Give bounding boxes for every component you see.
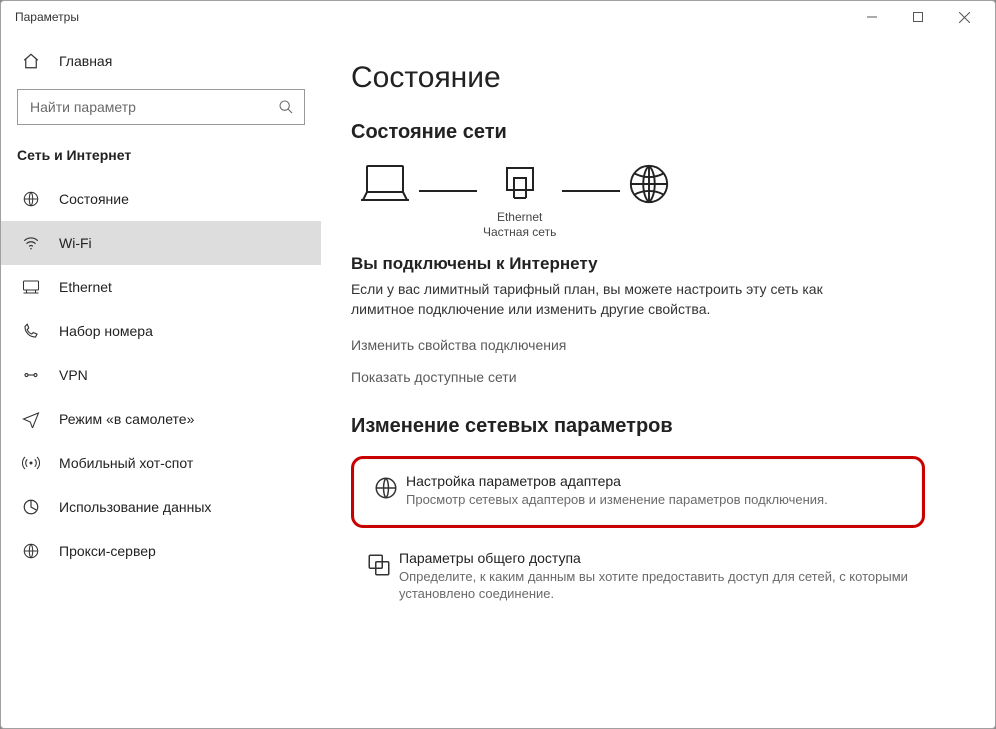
sidebar-item-label: Wi-Fi — [59, 235, 92, 251]
sharing-row-title: Параметры общего доступа — [399, 550, 919, 566]
search-icon — [278, 99, 294, 115]
sidebar-item-label: Ethernet — [59, 279, 112, 295]
sidebar-item-label: Использование данных — [59, 499, 211, 515]
ethernet-icon — [21, 278, 41, 296]
titlebar: Параметры — [1, 1, 995, 33]
setting-row-sharing-options[interactable]: Параметры общего доступа Определите, к к… — [351, 542, 927, 613]
sidebar-item-label: Состояние — [59, 191, 129, 207]
connected-description: Если у вас лимитный тарифный план, вы мо… — [351, 280, 831, 319]
diagram-internet-node — [626, 162, 672, 240]
laptop-icon — [357, 162, 413, 206]
sidebar-item-label: VPN — [59, 367, 88, 383]
sidebar-item-datausage[interactable]: Использование данных — [1, 485, 321, 529]
sidebar-item-label: Прокси-сервер — [59, 543, 156, 559]
link-show-available-networks[interactable]: Показать доступные сети — [351, 369, 965, 385]
vpn-icon — [21, 366, 41, 384]
diagram-pc-node — [357, 162, 413, 240]
search-input[interactable] — [28, 98, 278, 116]
main-panel: Состояние Состояние сети — [321, 33, 995, 728]
window-title: Параметры — [15, 10, 849, 24]
close-button[interactable] — [941, 1, 987, 33]
sidebar-section-title: Сеть и Интернет — [1, 125, 321, 177]
adapter-icon — [366, 473, 406, 501]
settings-window: Параметры Главная — [0, 0, 996, 729]
sidebar-item-airplane[interactable]: Режим «в самолете» — [1, 397, 321, 441]
sidebar-home-label: Главная — [59, 53, 112, 69]
sidebar-item-dialup[interactable]: Набор номера — [1, 309, 321, 353]
diagram-router-node: Ethernet Частная сеть — [483, 162, 556, 240]
change-network-settings-heading: Изменение сетевых параметров — [351, 415, 965, 438]
sidebar-item-wifi[interactable]: Wi-Fi — [1, 221, 321, 265]
sidebar-item-home[interactable]: Главная — [1, 41, 321, 81]
link-change-connection-props[interactable]: Изменить свойства подключения — [351, 337, 965, 353]
minimize-button[interactable] — [849, 1, 895, 33]
adapter-row-desc: Просмотр сетевых адаптеров и изменение п… — [406, 491, 910, 509]
diagram-connector — [419, 190, 477, 192]
search-box[interactable] — [17, 89, 305, 125]
sidebar: Главная Сеть и Интернет — [1, 33, 321, 728]
highlight-annotation: Настройка параметров адаптера Просмотр с… — [351, 456, 925, 528]
sidebar-item-vpn[interactable]: VPN — [1, 353, 321, 397]
diagram-middle-caption: Ethernet Частная сеть — [483, 210, 556, 240]
router-icon — [499, 162, 541, 206]
app-body: Главная Сеть и Интернет — [1, 33, 995, 728]
sidebar-item-status[interactable]: Состояние — [1, 177, 321, 221]
sharing-icon — [359, 550, 399, 578]
diagram-connector — [562, 190, 620, 192]
sidebar-item-ethernet[interactable]: Ethernet — [1, 265, 321, 309]
network-status-heading: Состояние сети — [351, 121, 965, 144]
adapter-row-title: Настройка параметров адаптера — [406, 473, 910, 489]
globe-large-icon — [626, 162, 672, 206]
connected-heading: Вы подключены к Интернету — [351, 254, 965, 274]
wifi-icon — [21, 234, 41, 252]
airplane-icon — [21, 410, 41, 428]
sidebar-item-proxy[interactable]: Прокси-сервер — [1, 529, 321, 573]
sidebar-item-label: Набор номера — [59, 323, 153, 339]
network-diagram: Ethernet Частная сеть — [357, 162, 965, 240]
sharing-row-desc: Определите, к каким данным вы хотите пре… — [399, 568, 919, 603]
setting-row-adapter-options[interactable]: Настройка параметров адаптера Просмотр с… — [358, 465, 918, 519]
home-icon — [21, 52, 41, 70]
page-title: Состояние — [351, 61, 965, 95]
globe-icon — [21, 190, 41, 208]
sidebar-item-label: Мобильный хот-спот — [59, 455, 193, 471]
search-wrap — [17, 89, 305, 125]
sidebar-item-hotspot[interactable]: Мобильный хот-спот — [1, 441, 321, 485]
sidebar-nav-list: Состояние Wi-Fi — [1, 177, 321, 573]
data-usage-icon — [21, 498, 41, 516]
maximize-button[interactable] — [895, 1, 941, 33]
hotspot-icon — [21, 454, 41, 472]
window-controls — [849, 1, 987, 33]
phone-icon — [21, 322, 41, 340]
proxy-icon — [21, 542, 41, 560]
sidebar-item-label: Режим «в самолете» — [59, 411, 194, 427]
